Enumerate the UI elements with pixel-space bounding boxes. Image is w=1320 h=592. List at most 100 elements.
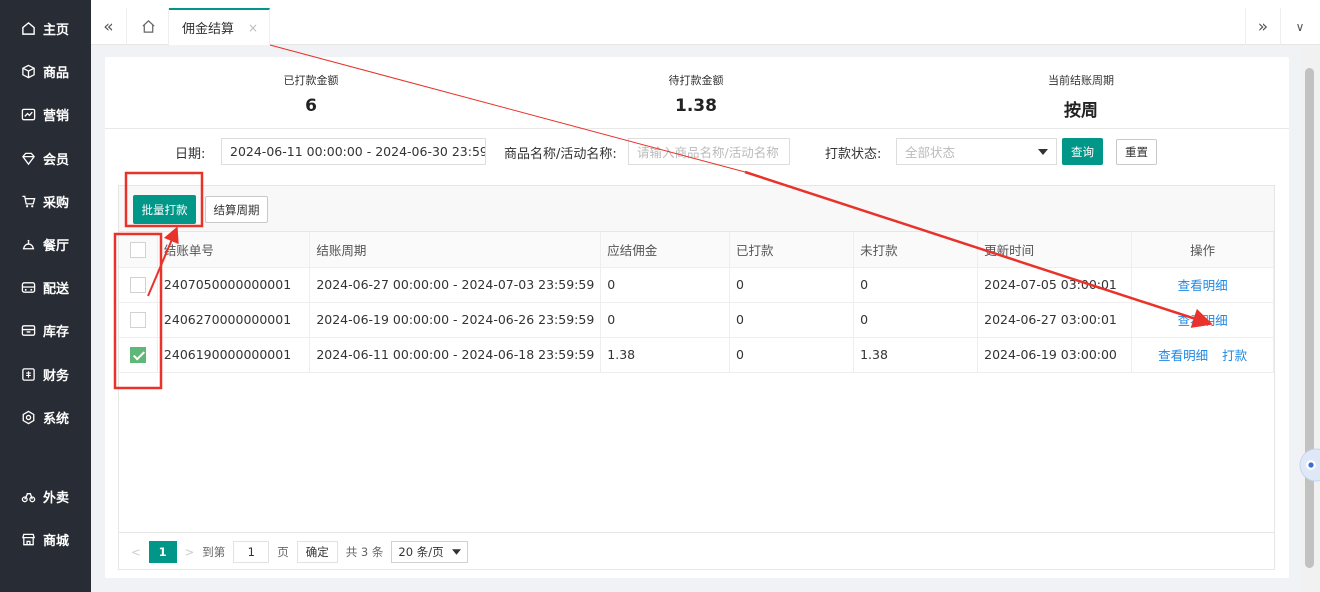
sidebar-item-goods[interactable]: 商品 <box>0 56 91 86</box>
pay-link[interactable]: 打款 <box>1222 348 1247 363</box>
sidebar-item-system[interactable]: 系统 <box>0 402 91 432</box>
table-row: 2406190000000001 2024-06-11 00:00:00 - 2… <box>119 337 1274 373</box>
settlement-id: 2406270000000001 <box>157 302 311 338</box>
name-label: 商品名称/活动名称: <box>504 147 617 162</box>
name-search-input[interactable]: 请输入商品名称/活动名称 <box>628 138 790 165</box>
sidebar-item-restaurant[interactable]: 餐厅 <box>0 229 91 259</box>
column-header: 结账单号 <box>157 232 311 268</box>
due-commission: 1.38 <box>600 337 730 373</box>
table-toolbar: 批量打款 结算周期 <box>119 186 1274 232</box>
sidebar-item-label: 商城 <box>43 533 70 549</box>
unpaid-amount: 0 <box>853 267 979 303</box>
sidebar-item-finance[interactable]: 财务 <box>0 359 91 389</box>
sidebar-item-label: 采购 <box>43 195 70 211</box>
sidebar-item-delivery[interactable]: 配送 <box>0 272 91 302</box>
view-detail-link[interactable]: 查看明细 <box>1158 348 1208 363</box>
table-header-row: 结账单号 结账周期 应结佣金 已打款 未打款 更新时间 操作 <box>119 232 1274 268</box>
sidebar-item-member[interactable]: 会员 <box>0 143 91 173</box>
current-page[interactable]: 1 <box>148 540 177 563</box>
next-tabs-button[interactable]: » <box>1245 8 1281 45</box>
sidebar: 主页 商品 营销 会员 采购 餐厅 配送 库存 财务 系统 外卖 商城 <box>0 0 91 592</box>
settlement-cycle-label: 当前结账周期 <box>1048 74 1114 87</box>
goto-page-input[interactable]: 1 <box>233 540 270 563</box>
column-header: 应结佣金 <box>600 232 730 268</box>
double-chevron-left-icon: « <box>103 16 114 37</box>
tab-label: 佣金结算 <box>182 22 235 37</box>
home-icon <box>141 20 155 33</box>
row-checkbox[interactable] <box>129 346 146 363</box>
settings-icon <box>22 410 35 424</box>
store-icon <box>22 533 35 545</box>
goto-label: 到第 <box>202 544 226 559</box>
row-checkbox[interactable] <box>129 311 146 328</box>
reset-button[interactable]: 重置 <box>1116 139 1157 165</box>
assistant-bubble-icon[interactable] <box>1298 447 1320 483</box>
page-size-value: 20 条/页 <box>398 544 444 559</box>
tabs-menu-button[interactable]: ∨ <box>1282 8 1318 45</box>
tab-commission-settlement[interactable]: 佣金结算 × <box>169 8 270 45</box>
date-range-input[interactable]: 2024-06-11 00:00:00 - 2024-06-30 23:59:5… <box>221 138 486 165</box>
pending-amount-stat: 待打款金额 1.38 <box>596 72 796 116</box>
sidebar-item-label: 餐厅 <box>43 238 70 254</box>
updated-time: 2024-07-05 03:00:01 <box>977 267 1133 303</box>
total-count: 共 3 条 <box>345 544 384 559</box>
sidebar-item-home[interactable]: 主页 <box>0 13 91 43</box>
page-size-select[interactable]: 20 条/页 <box>391 540 468 563</box>
next-page-icon[interactable]: > <box>185 545 195 559</box>
view-detail-link[interactable]: 查看明细 <box>1178 313 1228 328</box>
batch-pay-button[interactable]: 批量打款 <box>133 195 196 224</box>
box-icon <box>22 64 35 78</box>
pending-amount-label: 待打款金额 <box>668 74 724 87</box>
query-button[interactable]: 查询 <box>1062 138 1103 165</box>
page-unit-label: 页 <box>277 544 289 559</box>
sidebar-item-label: 库存 <box>43 324 70 340</box>
restaurant-icon <box>22 239 35 249</box>
caret-down-icon <box>451 548 461 555</box>
settlement-cycle-value: 按周 <box>1064 101 1098 121</box>
sidebar-item-label: 营销 <box>43 108 70 124</box>
sidebar-item-takeout[interactable]: 外卖 <box>0 481 91 511</box>
paid-amount-label: 已打款金额 <box>283 74 339 87</box>
home-icon <box>22 21 35 35</box>
member-icon <box>22 152 35 165</box>
settlement-cycle-button[interactable]: 结算周期 <box>205 196 268 223</box>
collapse-tabs-button[interactable]: « <box>91 8 127 45</box>
sidebar-item-label: 主页 <box>43 22 70 38</box>
sidebar-item-label: 财务 <box>43 368 70 384</box>
status-select-value: 全部状态 <box>905 145 956 160</box>
sidebar-item-inventory[interactable]: 库存 <box>0 315 91 345</box>
column-header: 已打款 <box>729 232 855 268</box>
settlement-id: 2406190000000001 <box>157 337 311 373</box>
sidebar-item-mall[interactable]: 商城 <box>0 524 91 554</box>
settlement-cycle: 2024-06-19 00:00:00 - 2024-06-26 23:59:5… <box>309 302 602 338</box>
chevron-down-icon: ∨ <box>1295 19 1305 34</box>
content-card: 已打款金额 6 待打款金额 1.38 当前结账周期 按周 日期: 2024-06… <box>105 57 1289 578</box>
view-detail-link[interactable]: 查看明细 <box>1178 278 1228 293</box>
sidebar-item-label: 外卖 <box>43 490 70 506</box>
pagination: < 1 > 到第 1 页 确定 共 3 条 20 条/页 <box>119 532 1274 570</box>
select-all-checkbox[interactable] <box>129 241 146 258</box>
sidebar-item-label: 会员 <box>43 152 70 168</box>
settlement-table: 结账单号 结账周期 应结佣金 已打款 未打款 更新时间 操作 240705000… <box>119 232 1274 373</box>
caret-down-icon <box>1038 148 1048 155</box>
column-header: 未打款 <box>853 232 979 268</box>
status-select[interactable]: 全部状态 <box>896 138 1057 165</box>
page-scrollbar-thumb[interactable] <box>1305 68 1314 568</box>
goto-confirm-button[interactable]: 确定 <box>296 540 338 563</box>
status-label: 打款状态: <box>825 147 882 162</box>
home-tab[interactable] <box>128 8 169 45</box>
double-chevron-right-icon: » <box>1257 16 1269 37</box>
prev-page-icon[interactable]: < <box>131 545 141 559</box>
cart-icon <box>22 195 36 207</box>
row-checkbox[interactable] <box>129 276 146 293</box>
table-row: 2407050000000001 2024-06-27 00:00:00 - 2… <box>119 267 1274 303</box>
sidebar-item-purchase[interactable]: 采购 <box>0 186 91 216</box>
date-label: 日期: <box>175 147 206 162</box>
updated-time: 2024-06-27 03:00:01 <box>977 302 1133 338</box>
delivery-icon <box>21 281 36 293</box>
paid-amount: 0 <box>729 302 855 338</box>
close-icon[interactable]: × <box>248 21 258 35</box>
finance-icon <box>22 367 35 381</box>
sidebar-item-label: 商品 <box>43 65 70 81</box>
sidebar-item-marketing[interactable]: 营销 <box>0 99 91 129</box>
